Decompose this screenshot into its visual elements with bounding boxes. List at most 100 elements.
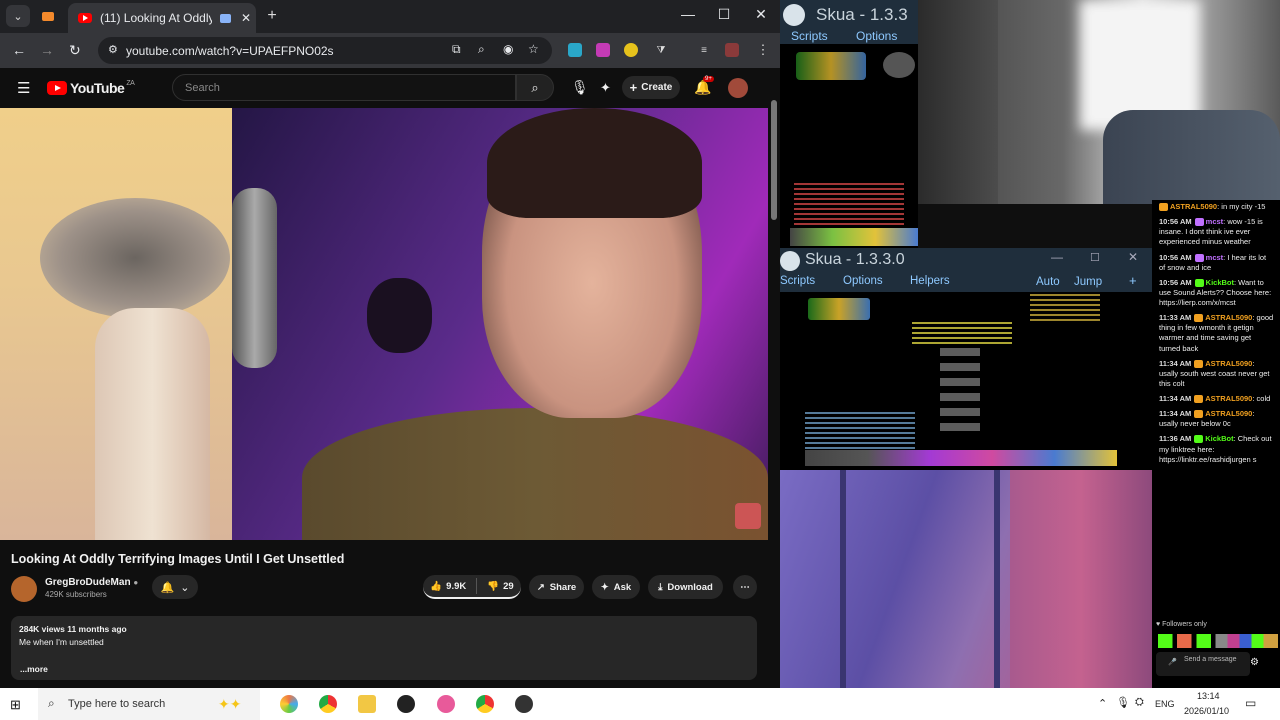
youtube-logo[interactable]: YouTube ZA xyxy=(47,80,135,96)
zoom-icon[interactable]: ⌕ xyxy=(478,42,485,57)
chat-badge-icon xyxy=(1194,435,1204,444)
taskbar-clock-date[interactable]: 2026/01/10 xyxy=(1184,706,1229,716)
microphone-tray-icon[interactable]: 🎙 xyxy=(1116,696,1130,709)
chat-username[interactable]: ASTRAL5090 xyxy=(1205,394,1252,403)
start-button[interactable]: ⊞ xyxy=(10,697,21,713)
skua-small-menu-options[interactable]: Options xyxy=(856,29,897,43)
create-button[interactable]: + Create xyxy=(622,76,680,99)
taskbar-search-placeholder: Type here to search xyxy=(68,698,166,710)
ask-button[interactable]: ✦ Ask xyxy=(592,575,640,599)
chat-username[interactable]: ASTRAL5090 xyxy=(1205,313,1252,322)
search-placeholder: Search xyxy=(185,82,220,94)
skua-maximize-button[interactable]: ☐ xyxy=(1090,251,1100,264)
share-button[interactable]: ↗ Share xyxy=(529,575,584,599)
chat-username[interactable]: ASTRAL5090 xyxy=(1170,202,1217,211)
channel-name[interactable]: GregBroDudeMan ● xyxy=(45,577,138,588)
chrome-app-icon[interactable] xyxy=(319,695,337,713)
skua-menu-helpers[interactable]: Helpers xyxy=(910,275,950,287)
search-icon: ⌕ xyxy=(531,79,539,95)
notification-center-icon[interactable]: ▭ xyxy=(1245,696,1256,710)
webcam-bottom-feed xyxy=(780,470,1152,688)
skua-menu-options[interactable]: Options xyxy=(843,275,883,287)
address-bar[interactable]: ⚙ youtube.com/watch?v=UPAEFPNO02s ⧉ ⌕ ◉ … xyxy=(98,37,552,64)
site-info-icon[interactable]: ⚙ xyxy=(108,43,118,56)
like-button[interactable]: 👍 9.9K xyxy=(430,581,466,592)
download-icon: ⤓ xyxy=(658,581,663,593)
subscribed-bell-button[interactable]: 🔔 ⌄ xyxy=(152,575,198,599)
show-more-link[interactable]: ...more xyxy=(20,664,48,674)
forward-icon[interactable]: → xyxy=(40,42,54,58)
extension-1-icon[interactable] xyxy=(568,43,582,57)
chat-message: 10:56 AM mcst: wow -15 is insane. I dont … xyxy=(1159,217,1263,247)
chat-username[interactable]: mcst xyxy=(1206,217,1224,226)
chat-username[interactable]: KickBot xyxy=(1205,434,1233,443)
skua-small-menu-scripts[interactable]: Scripts xyxy=(791,29,828,43)
chat-message-input[interactable]: 🎤 Send a message xyxy=(1156,652,1250,676)
chat-username[interactable]: ASTRAL5090 xyxy=(1205,409,1252,418)
new-tab-button[interactable]: + xyxy=(260,5,284,27)
chrome-profile-app-icon[interactable] xyxy=(476,695,494,713)
tab-inactive[interactable] xyxy=(36,5,60,27)
chat-username[interactable]: mcst xyxy=(1206,253,1224,262)
maximize-button[interactable]: ☐ xyxy=(706,6,742,23)
search-button[interactable]: ⌕ xyxy=(516,74,554,101)
network-icon[interactable]: ⛭ xyxy=(1135,696,1144,709)
extensions-puzzle-icon[interactable]: ⧩ xyxy=(654,43,668,57)
more-actions-button[interactable]: ⋯ xyxy=(733,575,757,599)
install-icon[interactable]: ⧉ xyxy=(452,42,461,57)
chat-message: 10:56 AM mcst: I hear its lot of snow and… xyxy=(1159,252,1267,272)
search-input[interactable]: Search xyxy=(172,74,516,101)
skua-close-button[interactable]: ✕ xyxy=(1128,250,1138,264)
chat-username[interactable]: ASTRAL5090 xyxy=(1205,359,1252,368)
channel-avatar[interactable] xyxy=(11,576,37,602)
doorway-image xyxy=(918,0,998,204)
taskbar-search-icon: ⌕ xyxy=(48,696,55,710)
bookmark-star-icon[interactable]: ☆ xyxy=(528,42,539,56)
tracking-icon[interactable]: ◉ xyxy=(503,42,513,56)
tab-active[interactable]: (11) Looking At Oddly Terrif ✕ xyxy=(68,3,256,33)
chat-settings-icon[interactable]: ⚙ xyxy=(1250,657,1259,668)
show-hidden-icons-icon[interactable]: ⌃ xyxy=(1098,697,1107,710)
tab-search-button[interactable]: ⌄ xyxy=(6,5,30,27)
channel-watermark-icon[interactable] xyxy=(735,503,761,529)
webcam-top-feed xyxy=(918,0,1280,204)
scrollbar-thumb[interactable] xyxy=(771,100,777,220)
taskbar-search-input[interactable]: ⌕ Type here to search ✦✦ xyxy=(38,688,260,720)
minimize-button[interactable]: — xyxy=(670,6,706,22)
skua-menu-jump[interactable]: Jump xyxy=(1074,276,1102,288)
skua-menu-auto[interactable]: Auto xyxy=(1036,276,1060,288)
reload-icon[interactable]: ↻ xyxy=(69,42,81,59)
extension-3-icon[interactable] xyxy=(624,43,638,57)
tab-close-icon[interactable]: ✕ xyxy=(241,11,251,25)
video-player[interactable] xyxy=(0,108,768,540)
skua-add-icon[interactable]: + xyxy=(1129,273,1137,288)
hamburger-menu-icon[interactable]: ☰ xyxy=(17,79,30,97)
profile-avatar[interactable] xyxy=(725,43,739,57)
account-avatar[interactable] xyxy=(728,78,748,98)
snipping-tool-icon[interactable] xyxy=(437,695,455,713)
skua-small-title: Skua - 1.3.3 xyxy=(816,5,908,24)
dislike-button[interactable]: 👎 29 xyxy=(487,581,513,592)
skua-app-icon[interactable] xyxy=(515,695,533,713)
address-toolbar: ← → ↻ ⚙ youtube.com/watch?v=UPAEFPNO02s … xyxy=(0,33,780,68)
obs-app-icon[interactable] xyxy=(397,695,415,713)
file-explorer-icon[interactable] xyxy=(358,695,376,713)
chat-username[interactable]: KickBot xyxy=(1206,278,1234,287)
taskbar-clock-time[interactable]: 13:14 xyxy=(1197,691,1220,701)
skua-minimize-button[interactable]: — xyxy=(1051,250,1063,264)
extension-2-icon[interactable] xyxy=(596,43,610,57)
windows-taskbar: ⊞ ⌕ Type here to search ✦✦ ⌃ 🎙 ⛭ ENG 13:… xyxy=(0,688,1280,720)
copilot-app-icon[interactable] xyxy=(280,695,298,713)
back-icon[interactable]: ← xyxy=(12,42,26,58)
tab-audio-icon[interactable] xyxy=(220,13,231,23)
skua-menu-scripts[interactable]: Scripts xyxy=(780,275,815,287)
language-indicator[interactable]: ENG xyxy=(1155,699,1175,709)
download-button[interactable]: ⤓ Download xyxy=(648,575,723,599)
voice-search-icon[interactable]: 🎙 xyxy=(571,79,589,96)
description-box[interactable]: 284K views 11 months ago Me when I'm uns… xyxy=(11,616,757,680)
media-control-icon[interactable]: ≡ xyxy=(697,43,711,57)
ask-gemini-icon[interactable]: ✦ xyxy=(600,80,611,96)
game-hotbar xyxy=(790,228,918,246)
close-window-button[interactable]: ✕ xyxy=(743,6,779,23)
browser-menu-icon[interactable]: ⋮ xyxy=(756,42,770,57)
